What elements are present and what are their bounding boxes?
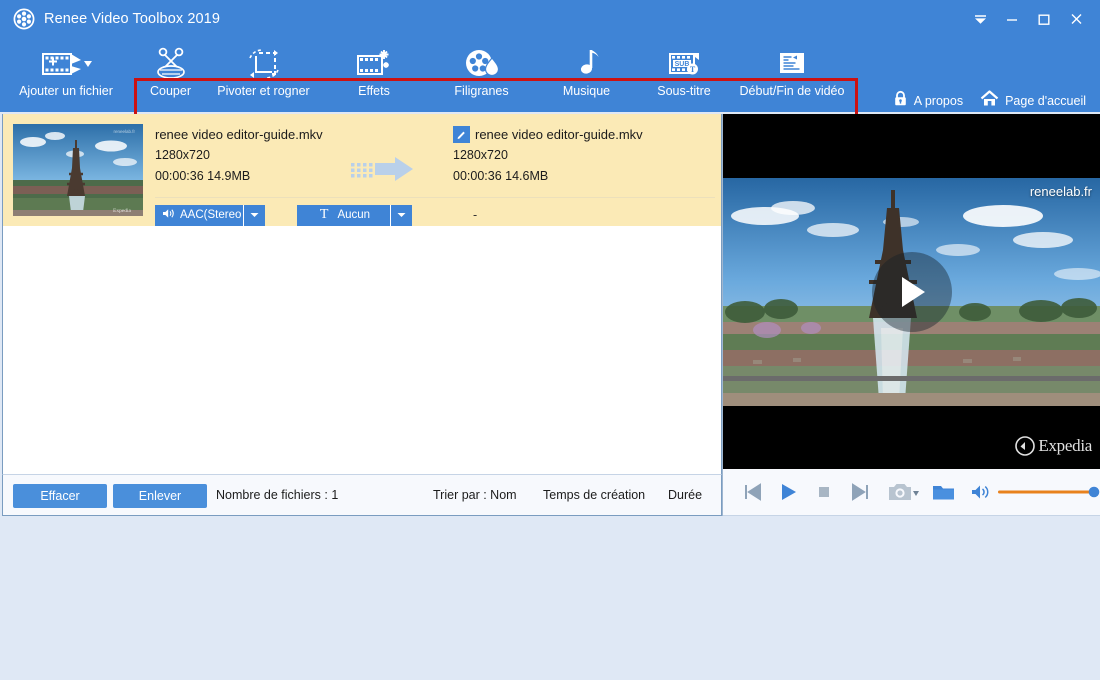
about-label: A propos bbox=[914, 94, 963, 108]
toolbar-item-pivoter-rogner[interactable]: Pivoter et rogner bbox=[207, 38, 320, 112]
toolbar-item-label: Filigranes bbox=[454, 84, 508, 98]
file-count-label: Nombre de fichiers : 1 bbox=[216, 488, 338, 502]
output-resolution: 1280x720 bbox=[453, 145, 713, 166]
add-film-icon bbox=[37, 38, 95, 84]
toolbar-item-effets[interactable]: Effets bbox=[320, 38, 428, 112]
home-icon bbox=[980, 90, 999, 112]
lock-icon bbox=[893, 90, 908, 112]
video-thumbnail: Expedia reneelab.fr bbox=[13, 124, 143, 216]
chevron-down-icon[interactable] bbox=[390, 205, 412, 226]
toolbar-item-label: Pivoter et rogner bbox=[217, 84, 309, 98]
menu-collapse-button[interactable] bbox=[964, 4, 996, 34]
volume-icon[interactable] bbox=[968, 480, 992, 504]
music-note-icon bbox=[570, 38, 604, 84]
sort-by-duration[interactable]: Durée bbox=[668, 488, 702, 502]
effects-film-icon bbox=[354, 38, 394, 84]
maximize-button[interactable] bbox=[1028, 4, 1060, 34]
close-button[interactable] bbox=[1060, 4, 1092, 34]
output-duration-size: 00:00:36 14.6MB bbox=[453, 166, 713, 187]
window-controls bbox=[964, 0, 1092, 38]
source-file-name: renee video editor-guide.mkv bbox=[155, 124, 355, 145]
skip-previous-icon[interactable] bbox=[738, 478, 766, 506]
source-resolution: 1280x720 bbox=[155, 145, 355, 166]
video-preview[interactable]: reneelab.fr Expedia bbox=[723, 114, 1100, 469]
film-reel-icon bbox=[13, 8, 35, 30]
toolbar-right-links: A propos Page d'accueil bbox=[893, 90, 1086, 112]
audio-track-label: AAC(Stereo 4 bbox=[180, 209, 243, 221]
source-duration-size: 00:00:36 14.9MB bbox=[155, 166, 355, 187]
subtitle-track-dropdown[interactable]: T Aucun bbox=[297, 205, 412, 226]
intro-outro-icon bbox=[774, 38, 810, 84]
play-icon[interactable] bbox=[774, 478, 802, 506]
homepage-link[interactable]: Page d'accueil bbox=[980, 90, 1086, 112]
file-list[interactable]: Expedia reneelab.fr renee video editor-g… bbox=[2, 114, 722, 474]
output-placeholder: - bbox=[473, 204, 477, 226]
play-overlay-icon[interactable] bbox=[872, 252, 952, 332]
expedia-text: Expedia bbox=[1038, 436, 1092, 456]
volume-slider[interactable] bbox=[998, 478, 1100, 506]
toolbar-item-label: Sous-titre bbox=[657, 84, 711, 98]
speaker-icon bbox=[162, 208, 175, 222]
app-window: Renee Video Toolbox 2019 bbox=[0, 0, 1100, 680]
row-divider bbox=[155, 197, 715, 198]
audio-track-dropdown[interactable]: AAC(Stereo 4 bbox=[155, 205, 265, 226]
svg-text:SUB: SUB bbox=[675, 61, 690, 68]
subtitle-icon: SUB T bbox=[664, 38, 704, 84]
file-list-footer: Effacer Enlever Nombre de fichiers : 1 T… bbox=[2, 474, 722, 516]
remove-button[interactable]: Enlever bbox=[113, 484, 207, 508]
main-toolbar: Ajouter un fichier Couper bbox=[0, 38, 1100, 112]
pencil-edit-icon[interactable] bbox=[453, 126, 470, 143]
stop-icon[interactable] bbox=[810, 478, 838, 506]
player-controls bbox=[723, 469, 1100, 516]
folder-icon[interactable] bbox=[929, 478, 957, 506]
output-file-name-row: renee video editor-guide.mkv bbox=[453, 124, 713, 145]
subtitle-track-label: Aucun bbox=[337, 209, 370, 221]
toolbar-item-couper[interactable]: Couper bbox=[134, 38, 207, 112]
toolbar-item-filigranes[interactable]: Filigranes bbox=[428, 38, 535, 112]
toolbar-item-sous-titre[interactable]: SUB T Sous-titre bbox=[638, 38, 730, 112]
skip-next-icon[interactable] bbox=[846, 478, 874, 506]
watermark-reel-icon bbox=[462, 38, 502, 84]
sort-by-name[interactable]: Trier par : Nom bbox=[433, 488, 517, 502]
text-t-icon: T bbox=[320, 207, 329, 223]
chevron-down-icon[interactable] bbox=[243, 205, 265, 226]
minimize-button[interactable] bbox=[996, 4, 1028, 34]
settings-panel: Fusionner tous les fichiers en un seul A… bbox=[0, 516, 1100, 680]
svg-text:Expedia: Expedia bbox=[113, 208, 132, 214]
window-title: Renee Video Toolbox 2019 bbox=[44, 11, 220, 27]
rotate-crop-icon bbox=[244, 38, 284, 84]
output-file-name: renee video editor-guide.mkv bbox=[475, 124, 643, 145]
scissors-icon bbox=[152, 38, 190, 84]
expedia-logo: Expedia bbox=[1015, 436, 1092, 456]
svg-text:reneelab.fr: reneelab.fr bbox=[113, 129, 135, 134]
homepage-label: Page d'accueil bbox=[1005, 94, 1086, 108]
title-bar: Renee Video Toolbox 2019 bbox=[0, 0, 1100, 38]
about-link[interactable]: A propos bbox=[893, 90, 963, 112]
svg-text:T: T bbox=[690, 65, 696, 74]
track-selectors: AAC(Stereo 4 T Aucun bbox=[155, 204, 412, 226]
sort-by-creation-time[interactable]: Temps de création bbox=[543, 488, 645, 502]
clear-button[interactable]: Effacer bbox=[13, 484, 107, 508]
source-file-info: renee video editor-guide.mkv 1280x720 00… bbox=[155, 124, 355, 187]
toolbar-add-file[interactable]: Ajouter un fichier bbox=[6, 38, 126, 112]
toolbar-item-label: Effets bbox=[358, 84, 390, 98]
toolbar-item-debut-fin[interactable]: Début/Fin de vidéo bbox=[730, 38, 854, 112]
toolbar-item-label: Couper bbox=[150, 84, 191, 98]
convert-arrow-icon bbox=[351, 154, 417, 184]
preview-watermark: reneelab.fr bbox=[1030, 184, 1092, 199]
toolbar-item-label: Musique bbox=[563, 84, 610, 98]
output-file-info: renee video editor-guide.mkv 1280x720 00… bbox=[453, 124, 713, 187]
toolbar-item-musique[interactable]: Musique bbox=[535, 38, 638, 112]
camera-icon[interactable] bbox=[887, 478, 921, 506]
toolbar-item-label: Début/Fin de vidéo bbox=[740, 84, 845, 98]
file-list-row[interactable]: Expedia reneelab.fr renee video editor-g… bbox=[3, 114, 721, 226]
toolbar-add-file-label: Ajouter un fichier bbox=[19, 84, 113, 98]
